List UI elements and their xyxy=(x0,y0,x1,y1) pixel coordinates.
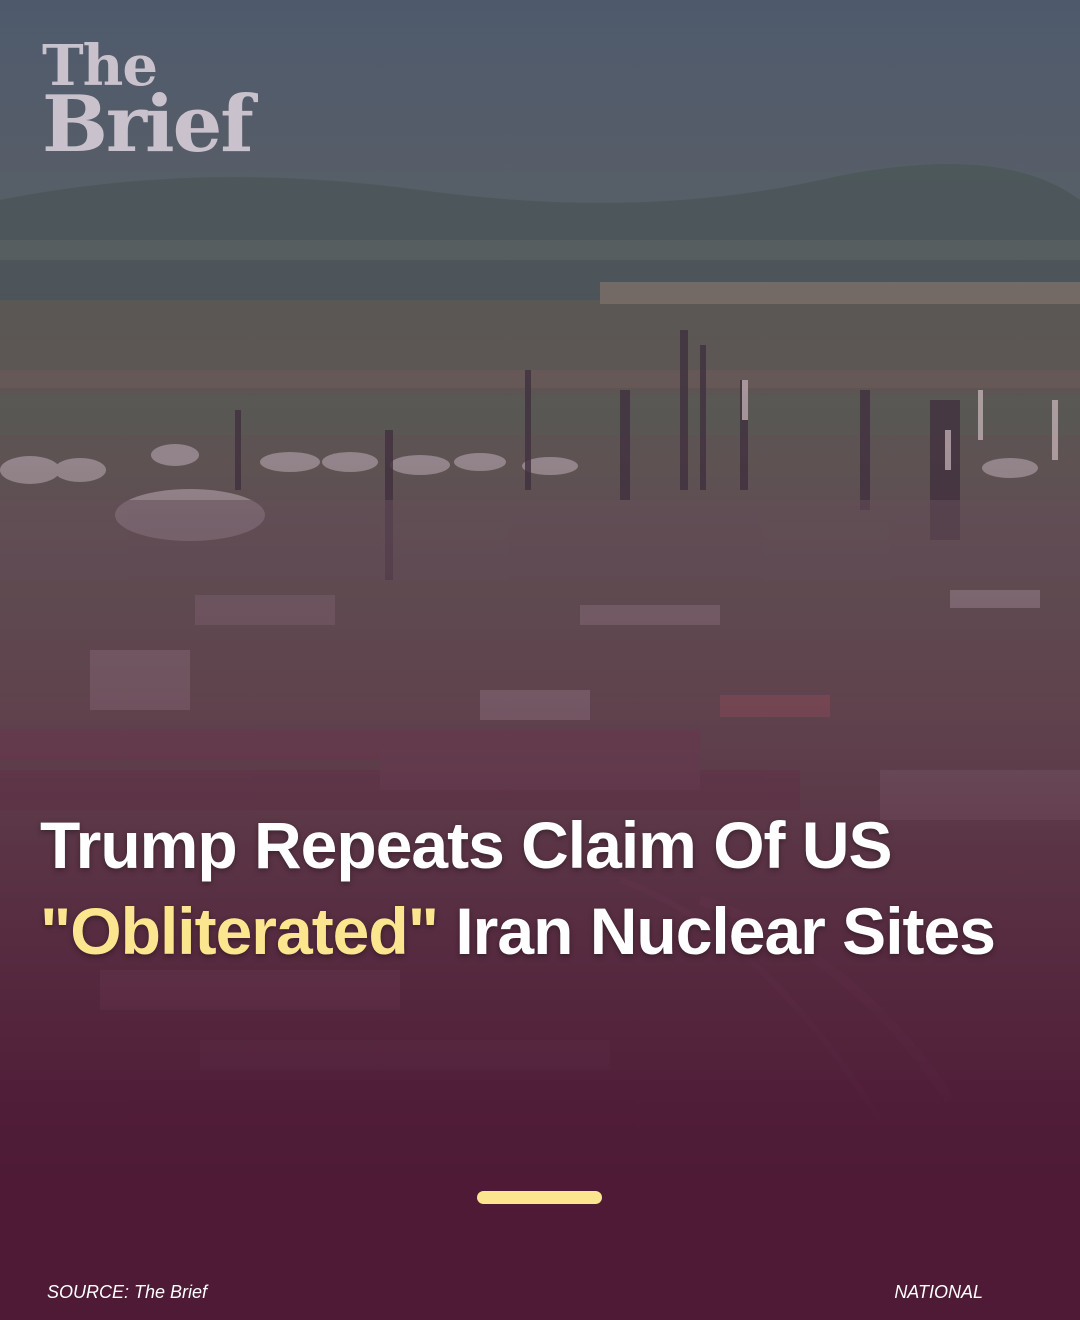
news-card: The Brief Trump Repeats Claim Of US "Obli… xyxy=(0,0,1080,1320)
brand-logo: The Brief xyxy=(42,38,254,171)
headline-part-2: Iran Nuclear Sites xyxy=(455,894,996,968)
source-label: SOURCE: The Brief xyxy=(47,1282,208,1302)
footer: SOURCE: The Brief NATIONAL xyxy=(47,1282,983,1303)
category-label: NATIONAL xyxy=(894,1282,983,1302)
headline-part-1: Trump Repeats Claim Of US xyxy=(40,808,893,882)
headline-highlight: "Obliterated" xyxy=(40,894,439,968)
headline: Trump Repeats Claim Of US "Obliterated" I… xyxy=(40,802,1040,974)
page-indicator xyxy=(477,1191,602,1204)
logo-line-brief: Brief xyxy=(42,79,254,171)
gradient-overlay xyxy=(0,0,1080,1320)
